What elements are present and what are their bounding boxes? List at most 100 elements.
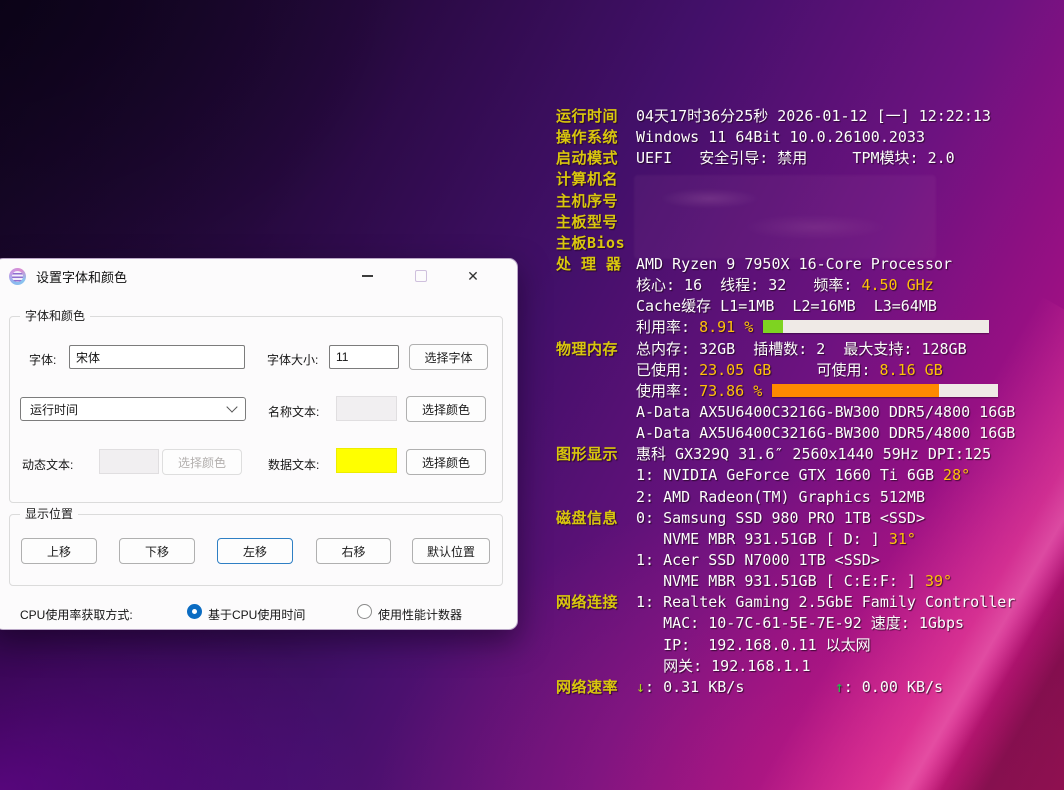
sysinfo-seg: 1: Acer SSD N7000 1TB <SSD> <box>636 551 880 569</box>
sysinfo-value: Cache缓存 L1=1MB L2=16MB L3=64MB <box>636 297 937 315</box>
sysinfo-seg: 2: AMD Radeon(TM) Graphics 512MB <box>636 488 925 506</box>
data-pick-color-button[interactable]: 选择颜色 <box>406 449 486 475</box>
move-left-button[interactable]: 左移 <box>217 538 293 564</box>
sysinfo-seg: MAC: 10-7C-61-5E-7E-92 速度: 1Gbps <box>636 614 964 632</box>
sysinfo-seg: A-Data AX5U6400C3216G-BW300 DDR5/4800 16… <box>636 424 1015 442</box>
sysinfo-value: IP: 192.168.0.11 以太网 <box>636 636 871 654</box>
name-text-swatch <box>336 396 397 421</box>
name-text-label: 名称文本: <box>268 403 319 420</box>
usage-bar <box>772 384 998 397</box>
position-group-label: 显示位置 <box>20 507 78 521</box>
sysinfo-line: MAC: 10-7C-61-5E-7E-92 速度: 1Gbps <box>556 613 1026 634</box>
sysinfo-seg: NVME MBR 931.51GB [ C:E:F: ] <box>636 572 925 590</box>
sysinfo-label: 操作系统 <box>556 127 636 148</box>
sysinfo-seg: 4.50 GHz <box>861 276 933 294</box>
sysinfo-line: 网络连接1: Realtek Gaming 2.5GbE Family Cont… <box>556 592 1026 613</box>
sysinfo-seg: 1: Realtek Gaming 2.5GbE Family Controll… <box>636 593 1015 611</box>
sysinfo-value: 网关: 192.168.1.1 <box>636 657 811 675</box>
app-icon <box>9 268 26 285</box>
font-color-dialog: 设置字体和颜色 字体和颜色 字体: 字体大小: 选择字体 运行时间 名称文本: … <box>0 258 518 630</box>
sysinfo-seg: 23.05 GB <box>699 361 771 379</box>
sysinfo-label: 启动模式 <box>556 148 636 169</box>
radio-cpu-time[interactable] <box>187 604 202 619</box>
sysinfo-seg: 网关: 192.168.1.1 <box>636 657 811 675</box>
sysinfo-value: 已使用: 23.05 GB 可使用: 8.16 GB <box>636 361 943 379</box>
sysinfo-value: A-Data AX5U6400C3216G-BW300 DDR5/4800 16… <box>636 403 1015 421</box>
dynamic-pick-color-button[interactable]: 选择颜色 <box>162 449 242 475</box>
sysinfo-seg: A-Data AX5U6400C3216G-BW300 DDR5/4800 16… <box>636 403 1015 421</box>
sysinfo-label: 物理内存 <box>556 339 636 360</box>
sysinfo-line: 1: NVIDIA GeForce GTX 1660 Ti 6GB 28° <box>556 465 1026 486</box>
sysinfo-seg: ↑ <box>835 678 844 696</box>
move-down-button[interactable]: 下移 <box>119 538 195 564</box>
sysinfo-seg: 8.91 % <box>699 318 753 336</box>
item-dropdown-value: 运行时间 <box>30 401 78 418</box>
redacted-area <box>634 175 936 259</box>
move-right-button[interactable]: 右移 <box>316 538 391 564</box>
sysinfo-label: 处 理 器 <box>556 254 636 275</box>
sysinfo-line: 使用率: 73.86 % <box>556 381 1026 402</box>
sysinfo-seg: : 0.00 KB/s <box>844 678 943 696</box>
sysinfo-line: IP: 192.168.0.11 以太网 <box>556 635 1026 656</box>
sysinfo-seg: 利用率: <box>636 318 699 336</box>
sysinfo-seg: 28° <box>943 466 970 484</box>
sysinfo-value: UEFI 安全引导: 禁用 TPM模块: 2.0 <box>636 149 955 167</box>
select-font-button[interactable]: 选择字体 <box>409 344 488 370</box>
font-color-group-label: 字体和颜色 <box>20 309 90 323</box>
dynamic-text-label: 动态文本: <box>22 456 73 473</box>
name-pick-color-button[interactable]: 选择颜色 <box>406 396 486 422</box>
font-size-input[interactable] <box>329 345 399 369</box>
sysinfo-label: 主板型号 <box>556 212 636 233</box>
sysinfo-seg: 惠科 GX329Q 31.6″ 2560x1440 59Hz DPI:125 <box>636 445 991 463</box>
sysinfo-line: NVME MBR 931.51GB [ D: ] 31° <box>556 529 1026 550</box>
sysinfo-seg: 04天17时36分25秒 2026-01-12 [一] 12:22:13 <box>636 107 991 125</box>
sysinfo-label: 计算机名 <box>556 169 636 190</box>
sysinfo-seg <box>744 678 834 696</box>
sysinfo-line: 核心: 16 线程: 32 频率: 4.50 GHz <box>556 275 1026 296</box>
sysinfo-value: Windows 11 64Bit 10.0.26100.2033 <box>636 128 925 146</box>
sysinfo-label: 主机序号 <box>556 191 636 212</box>
sysinfo-value: 04天17时36分25秒 2026-01-12 [一] 12:22:13 <box>636 107 991 125</box>
sysinfo-seg: Windows 11 64Bit 10.0.26100.2033 <box>636 128 925 146</box>
font-name-input[interactable] <box>69 345 245 369</box>
data-text-swatch <box>336 448 397 473</box>
sysinfo-seg: Cache缓存 L1=1MB L2=16MB L3=64MB <box>636 297 937 315</box>
dialog-title: 设置字体和颜色 <box>36 267 127 286</box>
desktop: 运行时间04天17时36分25秒 2026-01-12 [一] 12:22:13… <box>0 0 1064 790</box>
sysinfo-line: 2: AMD Radeon(TM) Graphics 512MB <box>556 487 1026 508</box>
sysinfo-value: 使用率: 73.86 % <box>636 382 998 400</box>
sysinfo-label: 图形显示 <box>556 444 636 465</box>
sysinfo-line: A-Data AX5U6400C3216G-BW300 DDR5/4800 16… <box>556 423 1026 444</box>
radio-cpu-time-label: 基于CPU使用时间 <box>208 606 305 623</box>
sysinfo-line: NVME MBR 931.51GB [ C:E:F: ] 39° <box>556 571 1026 592</box>
sysinfo-line: A-Data AX5U6400C3216G-BW300 DDR5/4800 16… <box>556 402 1026 423</box>
sysinfo-label: 网络连接 <box>556 592 636 613</box>
sysinfo-value: 1: Realtek Gaming 2.5GbE Family Controll… <box>636 593 1015 611</box>
minimize-icon[interactable] <box>347 259 387 293</box>
sysinfo-line: 启动模式UEFI 安全引导: 禁用 TPM模块: 2.0 <box>556 148 1026 169</box>
chevron-down-icon <box>226 401 237 412</box>
item-dropdown[interactable]: 运行时间 <box>20 397 246 421</box>
move-up-button[interactable]: 上移 <box>21 538 97 564</box>
dynamic-text-swatch <box>99 449 159 474</box>
sysinfo-line: 网络速率↓: 0.31 KB/s ↑: 0.00 KB/s <box>556 677 1026 698</box>
sysinfo-value: 利用率: 8.91 % <box>636 318 989 336</box>
sysinfo-seg: 8.16 GB <box>880 361 943 379</box>
sysinfo-line: Cache缓存 L1=1MB L2=16MB L3=64MB <box>556 296 1026 317</box>
default-position-button[interactable]: 默认位置 <box>412 538 490 564</box>
sysinfo-value: 核心: 16 线程: 32 频率: 4.50 GHz <box>636 276 934 294</box>
font-size-label: 字体大小: <box>267 351 318 368</box>
sysinfo-seg: UEFI 安全引导: 禁用 TPM模块: 2.0 <box>636 149 955 167</box>
sysinfo-line: 操作系统Windows 11 64Bit 10.0.26100.2033 <box>556 127 1026 148</box>
sysinfo-line: 已使用: 23.05 GB 可使用: 8.16 GB <box>556 360 1026 381</box>
radio-perf-counter-label: 使用性能计数器 <box>378 606 462 623</box>
radio-perf-counter[interactable] <box>357 604 372 619</box>
usage-bar <box>763 320 989 333</box>
sysinfo-value: NVME MBR 931.51GB [ C:E:F: ] 39° <box>636 572 952 590</box>
sysinfo-line: 运行时间04天17时36分25秒 2026-01-12 [一] 12:22:13 <box>556 106 1026 127</box>
sysinfo-value: 2: AMD Radeon(TM) Graphics 512MB <box>636 488 925 506</box>
maximize-icon[interactable] <box>401 259 441 293</box>
sysinfo-value: 1: Acer SSD N7000 1TB <SSD> <box>636 551 880 569</box>
sysinfo-seg: : 0.31 KB/s <box>645 678 744 696</box>
close-icon[interactable] <box>451 259 495 293</box>
